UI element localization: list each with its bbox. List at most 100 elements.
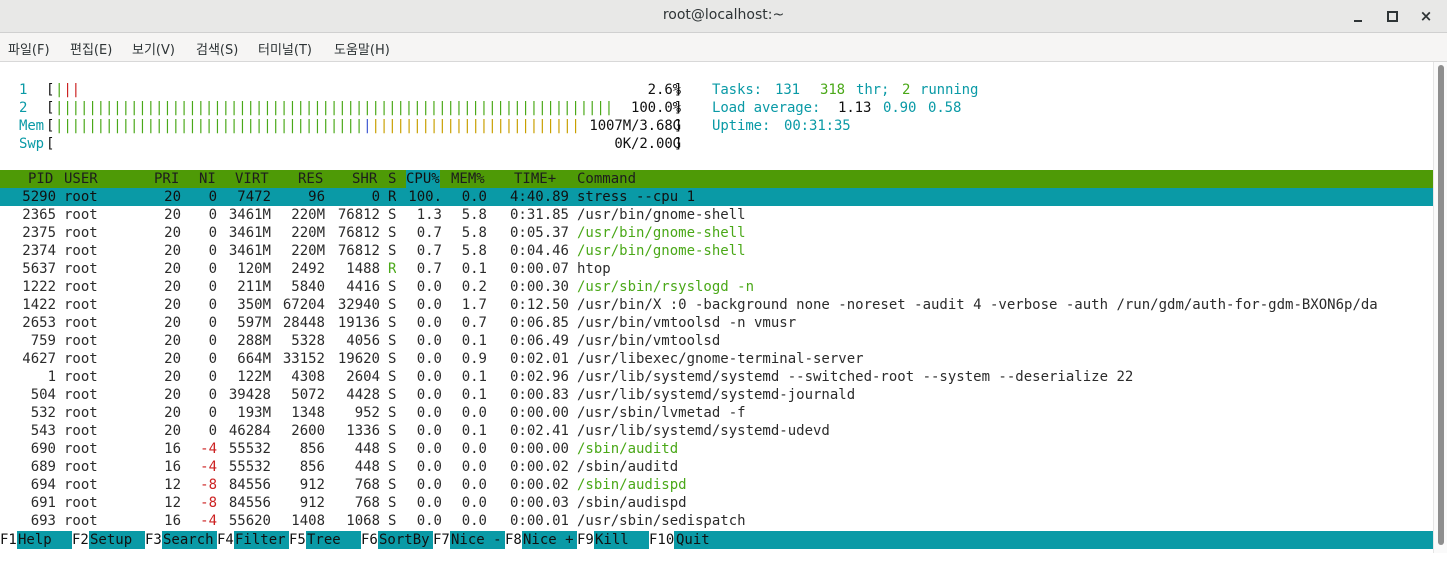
f7-nice-minus-label[interactable]: Nice - — [451, 531, 502, 549]
f9-key[interactable]: F9 — [577, 531, 594, 549]
col-virt[interactable]: VIRT — [235, 170, 269, 188]
col-pri[interactable]: PRI — [154, 170, 179, 188]
f2-key[interactable]: F2 — [72, 531, 89, 549]
process-row[interactable]: 2653 root 20 0 597M 28448 19136 S 0.0 0.7 0:06.85/… — [0, 314, 1433, 332]
f10-key[interactable]: F10 — [649, 531, 675, 549]
col-res[interactable]: RES — [298, 170, 323, 188]
cell-command: /sbin/auditd — [577, 441, 679, 457]
cell-virt: 597M — [237, 315, 271, 331]
cell-shr: 2604 — [346, 369, 380, 385]
f2-setup-label[interactable]: Setup — [90, 531, 132, 549]
process-row[interactable]: 504 root 20 0 39428 5072 4428 S 0.0 0.1 0:00.83/us… — [0, 386, 1433, 404]
cell-pri: 20 — [164, 279, 181, 295]
process-row[interactable]: 1222 root 20 0 211M 5840 4416 S 0.0 0.2 0:00.30/us… — [0, 278, 1433, 296]
f8-key[interactable]: F8 — [505, 531, 522, 549]
process-row[interactable]: 691 root 12 -8 84556 912 768 S 0.0 0.0 0:00.03/sbi… — [0, 494, 1433, 512]
f1-key[interactable]: F1 — [0, 531, 17, 549]
cell-time: 0:00.02 — [509, 477, 569, 493]
f4-key[interactable]: F4 — [217, 531, 234, 549]
process-row[interactable]: 1 root 20 0 122M 4308 2604 S 0.0 0.1 0:02.96/usr/l… — [0, 368, 1433, 386]
f3-key[interactable]: F3 — [145, 531, 162, 549]
process-row[interactable]: 4627 root 20 0 664M 33152 19620 S 0.0 0.9 0:02.01/… — [0, 350, 1433, 368]
col-command[interactable]: Command — [577, 170, 636, 188]
cell-pri: 20 — [164, 297, 181, 313]
cpu2-bracket-close: ] — [674, 100, 683, 116]
process-row[interactable]: 690 root 16 -4 55532 856 448 S 0.0 0.0 0:00.00/sbi… — [0, 440, 1433, 458]
cell-time: 0:00.00 — [509, 441, 569, 457]
menu-search[interactable]: 검색(S) — [196, 39, 238, 58]
process-row[interactable]: 693 root 16 -4 55620 1408 1068 S 0.0 0.0 0:00.01/u… — [0, 512, 1433, 530]
col-shr[interactable]: SHR — [352, 170, 377, 188]
minimize-button[interactable] — [1348, 6, 1368, 26]
f4-filter-label[interactable]: Filter — [235, 531, 286, 549]
cell-shr: 4416 — [346, 279, 380, 295]
menu-help[interactable]: 도움말(H) — [334, 39, 390, 58]
scrollbar-thumb[interactable] — [1438, 65, 1444, 545]
threads-label: thr; — [856, 82, 890, 98]
f1-help-label[interactable]: Help — [18, 531, 52, 549]
cell-virt: 3461M — [228, 243, 271, 259]
cell-virt: 84556 — [228, 495, 271, 511]
process-row[interactable]: 543 root 20 0 46284 2600 1336 S 0.0 0.1 0:02.41/us… — [0, 422, 1433, 440]
process-row[interactable]: 694 root 12 -8 84556 912 768 S 0.0 0.0 0:00.02/sbi… — [0, 476, 1433, 494]
f6-key[interactable]: F6 — [361, 531, 378, 549]
terminal-scrollbar[interactable] — [1433, 62, 1447, 553]
cpu2-bar: ||||||||||||||||||||||||||||||||||||||||… — [55, 100, 614, 116]
process-row[interactable]: 689 root 16 -4 55532 856 448 S 0.0 0.0 0:00.02/sbi… — [0, 458, 1433, 476]
f7-key[interactable]: F7 — [433, 531, 450, 549]
col-state[interactable]: S — [388, 170, 396, 188]
f8-nice-plus-label[interactable]: Nice + — [523, 531, 574, 549]
col-ni[interactable]: NI — [199, 170, 216, 188]
f6-sortby-label[interactable]: SortBy — [379, 531, 430, 549]
col-cpu[interactable]: CPU% — [406, 170, 440, 188]
col-pid[interactable]: PID — [28, 170, 53, 188]
cell-res: 96 — [308, 189, 325, 205]
cell-pri: 20 — [164, 423, 181, 439]
cell-pid: 1222 — [22, 279, 56, 295]
process-row[interactable]: 532 root 20 0 193M 1348 952 S 0.0 0.0 0:00.00/usr/… — [0, 404, 1433, 422]
cell-user: root — [64, 279, 98, 295]
cell-command: /usr/bin/gnome-shell — [577, 207, 746, 223]
menu-terminal[interactable]: 터미널(T) — [258, 39, 312, 58]
process-row[interactable]: 759 root 20 0 288M 5328 4056 S 0.0 0.1 0:06.49/usr… — [0, 332, 1433, 350]
cell-shr: 768 — [354, 477, 380, 493]
f10-quit-label[interactable]: Quit — [676, 531, 710, 549]
close-button[interactable]: × — [1416, 6, 1436, 26]
process-row[interactable]: 2374 root 20 0 3461M 220M 76812 S 0.7 5.8 0:04.46/… — [0, 242, 1433, 260]
cell-pri: 20 — [164, 333, 181, 349]
menu-view[interactable]: 보기(V) — [132, 39, 175, 58]
cell-user: root — [64, 387, 98, 403]
cell-cpu: 0.0 — [416, 513, 442, 529]
menu-edit[interactable]: 편집(E) — [70, 39, 112, 58]
cell-pid: 690 — [30, 441, 56, 457]
f5-key[interactable]: F5 — [289, 531, 306, 549]
cell-user: root — [64, 207, 98, 223]
f3-search-label[interactable]: Search — [163, 531, 214, 549]
cell-command: /sbin/audispd — [577, 477, 687, 493]
col-time[interactable]: TIME+ — [514, 170, 556, 188]
cell-pri: 20 — [164, 225, 181, 241]
cpu2-value: 100.0% — [631, 100, 681, 116]
cell-command: /usr/lib/systemd/systemd-journald — [577, 387, 856, 403]
cpu1-bar: ||| — [55, 82, 81, 98]
process-row[interactable]: 5290 root 20 0 7472 96 0 R 100. 0.0 4:40.89 stress … — [0, 188, 1433, 206]
f9-kill-label[interactable]: Kill — [595, 531, 629, 549]
process-row[interactable]: 2365 root 20 0 3461M 220M 76812 S 1.3 5.8 0:31.85/… — [0, 206, 1433, 224]
cell-shr: 0 — [371, 189, 380, 205]
f5-tree-label[interactable]: Tree — [307, 531, 341, 549]
process-row[interactable]: 1422 root 20 0 350M 67204 32940 S 0.0 1.7 0:12.50/… — [0, 296, 1433, 314]
maximize-button[interactable] — [1382, 6, 1402, 26]
cell-pid: 5637 — [22, 261, 56, 277]
menu-file[interactable]: 파일(F) — [8, 39, 50, 58]
process-row[interactable]: 5637 root 20 0 120M 2492 1488 R 0.7 0.1 0:00.07 hto… — [0, 260, 1433, 278]
process-row[interactable]: 2375 root 20 0 3461M 220M 76812 S 0.7 5.8 0:05.37/… — [0, 224, 1433, 242]
col-mem[interactable]: MEM% — [451, 170, 485, 188]
cell-user: root — [64, 513, 98, 529]
cell-command: /sbin/audispd — [577, 495, 687, 511]
col-user[interactable]: USER — [64, 170, 98, 188]
cell-res: 856 — [299, 459, 325, 475]
cell-cpu: 0.7 — [416, 243, 442, 259]
cell-state: S — [388, 225, 397, 241]
function-key-bar — [0, 531, 1433, 549]
cell-pri: 20 — [164, 207, 181, 223]
